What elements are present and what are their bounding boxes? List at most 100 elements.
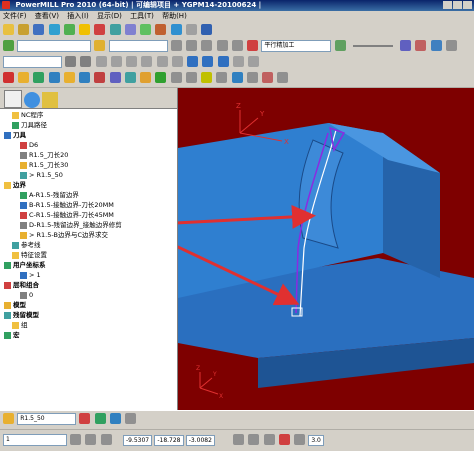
menu-display[interactable]: 显示(D) bbox=[97, 12, 122, 20]
rapid-move-icon[interactable] bbox=[63, 24, 75, 35]
tree-item[interactable]: 残留模型 bbox=[4, 310, 122, 320]
pattern-icon[interactable] bbox=[155, 24, 167, 35]
tree-item[interactable]: 宏 bbox=[4, 330, 122, 340]
toolpath-select[interactable] bbox=[17, 40, 92, 52]
speed-slider[interactable] bbox=[352, 45, 393, 47]
workplane-status-icon[interactable] bbox=[85, 434, 97, 445]
view-front-icon[interactable] bbox=[110, 56, 122, 67]
stock-icon[interactable] bbox=[79, 72, 91, 83]
minimize-button[interactable] bbox=[443, 1, 452, 9]
tree-item[interactable]: 层和组合 bbox=[4, 280, 122, 290]
tree-item[interactable]: 0 bbox=[4, 290, 122, 300]
tool-close-icon[interactable] bbox=[125, 413, 137, 424]
grid-status-icon[interactable] bbox=[100, 434, 112, 445]
zoom-box-icon[interactable] bbox=[217, 56, 229, 67]
maximize-button[interactable] bbox=[453, 1, 462, 9]
cut-icon[interactable] bbox=[415, 40, 427, 51]
tab-explorer[interactable] bbox=[4, 90, 22, 108]
tool-apply-icon[interactable] bbox=[94, 413, 106, 424]
boundary-icon[interactable] bbox=[140, 24, 152, 35]
rotate-icon[interactable] bbox=[263, 434, 275, 445]
tool-display-icon[interactable] bbox=[18, 72, 30, 83]
block-display-icon[interactable] bbox=[63, 72, 75, 83]
snap-icon[interactable] bbox=[70, 434, 82, 445]
tab-globe[interactable] bbox=[24, 92, 40, 108]
apply-icon[interactable] bbox=[334, 40, 346, 51]
tool-combo[interactable]: R1.5_50 bbox=[17, 413, 77, 425]
edit-icon[interactable] bbox=[246, 72, 258, 83]
model-display-icon[interactable] bbox=[48, 72, 60, 83]
shaded-icon[interactable] bbox=[232, 56, 244, 67]
view-icon[interactable] bbox=[65, 56, 77, 67]
measure-status-icon[interactable] bbox=[294, 434, 306, 445]
tool-type-icon[interactable] bbox=[3, 413, 14, 424]
save-icon[interactable] bbox=[33, 24, 45, 35]
playback-start-icon[interactable] bbox=[170, 40, 182, 51]
tree-item[interactable]: 参考线 bbox=[4, 240, 122, 250]
zoom-icon[interactable] bbox=[187, 56, 199, 67]
close-toolbar-icon[interactable] bbox=[445, 40, 457, 51]
tool-edit-icon[interactable] bbox=[109, 413, 121, 424]
tree-item[interactable]: 刀具路径 bbox=[4, 120, 122, 130]
toolpath-strategy-icon[interactable] bbox=[94, 24, 106, 35]
strategy-select[interactable]: 平行精加工 bbox=[261, 40, 332, 52]
calculator-icon[interactable] bbox=[201, 24, 213, 35]
playback-pause-icon[interactable] bbox=[201, 40, 213, 51]
tree-item[interactable]: B-R1.5-接触边界-刀长20MM bbox=[4, 200, 122, 210]
pan-icon[interactable] bbox=[248, 434, 260, 445]
tree-item[interactable]: 模型 bbox=[4, 300, 122, 310]
tree-item[interactable]: C-R1.5-接触边界-刀长45MM bbox=[4, 210, 122, 220]
tool-select[interactable] bbox=[108, 40, 168, 52]
tree-item[interactable]: > R1.5_50 bbox=[4, 170, 122, 180]
tree-item[interactable]: 用户坐标系 bbox=[4, 260, 122, 270]
menu-help[interactable]: 帮助(H) bbox=[162, 12, 187, 20]
tool-icon[interactable] bbox=[124, 24, 136, 35]
tree-item[interactable]: NC程序 bbox=[4, 110, 122, 120]
tree-item[interactable]: 边界 bbox=[4, 180, 122, 190]
menu-tools[interactable]: 工具(T) bbox=[130, 12, 154, 20]
tree-item[interactable]: R1.5_刀长20 bbox=[4, 150, 122, 160]
leads-links-icon[interactable] bbox=[109, 24, 121, 35]
stop-icon[interactable] bbox=[247, 40, 259, 51]
measure-icon[interactable] bbox=[170, 72, 182, 83]
tree-item[interactable]: 刀具 bbox=[4, 130, 122, 140]
tree-item[interactable]: > 1 bbox=[4, 270, 122, 280]
more-tools-icon[interactable] bbox=[277, 72, 289, 83]
view-bottom-icon[interactable] bbox=[156, 56, 168, 67]
delete-icon[interactable] bbox=[3, 72, 14, 83]
view-side-icon[interactable] bbox=[126, 56, 138, 67]
list-icon[interactable] bbox=[400, 40, 412, 51]
circle-icon[interactable] bbox=[201, 72, 213, 83]
boundary-display-icon[interactable] bbox=[155, 72, 167, 83]
crosshair-icon[interactable] bbox=[233, 434, 245, 445]
grid-icon[interactable] bbox=[430, 40, 442, 51]
layer-combo[interactable]: 1 bbox=[3, 434, 67, 446]
tree-item[interactable]: A-R1.5-残留边界 bbox=[4, 190, 122, 200]
settings-icon[interactable] bbox=[185, 24, 197, 35]
activate-icon[interactable] bbox=[3, 40, 14, 51]
viewport-3d[interactable]: Z Y X Z Y X bbox=[178, 88, 474, 410]
transparency-icon[interactable] bbox=[140, 72, 152, 83]
feed-rate-icon[interactable] bbox=[79, 24, 91, 35]
tree-item[interactable]: R1.5_刀长30 bbox=[4, 160, 122, 170]
wireframe-icon[interactable] bbox=[248, 56, 260, 67]
simulate-icon[interactable] bbox=[170, 24, 182, 35]
view-left-icon[interactable] bbox=[171, 56, 183, 67]
arc-icon[interactable] bbox=[216, 72, 228, 83]
workplane-select[interactable] bbox=[3, 56, 62, 68]
level-icon[interactable] bbox=[109, 72, 121, 83]
collision-icon[interactable] bbox=[94, 72, 106, 83]
tree-item[interactable]: > R1.5-B边界与C边界求交 bbox=[4, 230, 122, 240]
playback-step-back-icon[interactable] bbox=[186, 40, 198, 51]
view-back-icon[interactable] bbox=[141, 56, 153, 67]
menu-file[interactable]: 文件(F) bbox=[3, 12, 27, 20]
open-project-icon[interactable] bbox=[18, 24, 30, 35]
tree-item[interactable]: D-R1.5-残留边界_接触边界修剪 bbox=[4, 220, 122, 230]
view-top-icon[interactable] bbox=[95, 56, 107, 67]
close-button[interactable] bbox=[463, 1, 472, 9]
menu-insert[interactable]: 插入(I) bbox=[67, 12, 89, 20]
tool-select-icon[interactable] bbox=[94, 40, 106, 51]
curve-icon[interactable] bbox=[185, 72, 197, 83]
new-project-icon[interactable] bbox=[3, 24, 14, 35]
trim-icon[interactable] bbox=[261, 72, 273, 83]
